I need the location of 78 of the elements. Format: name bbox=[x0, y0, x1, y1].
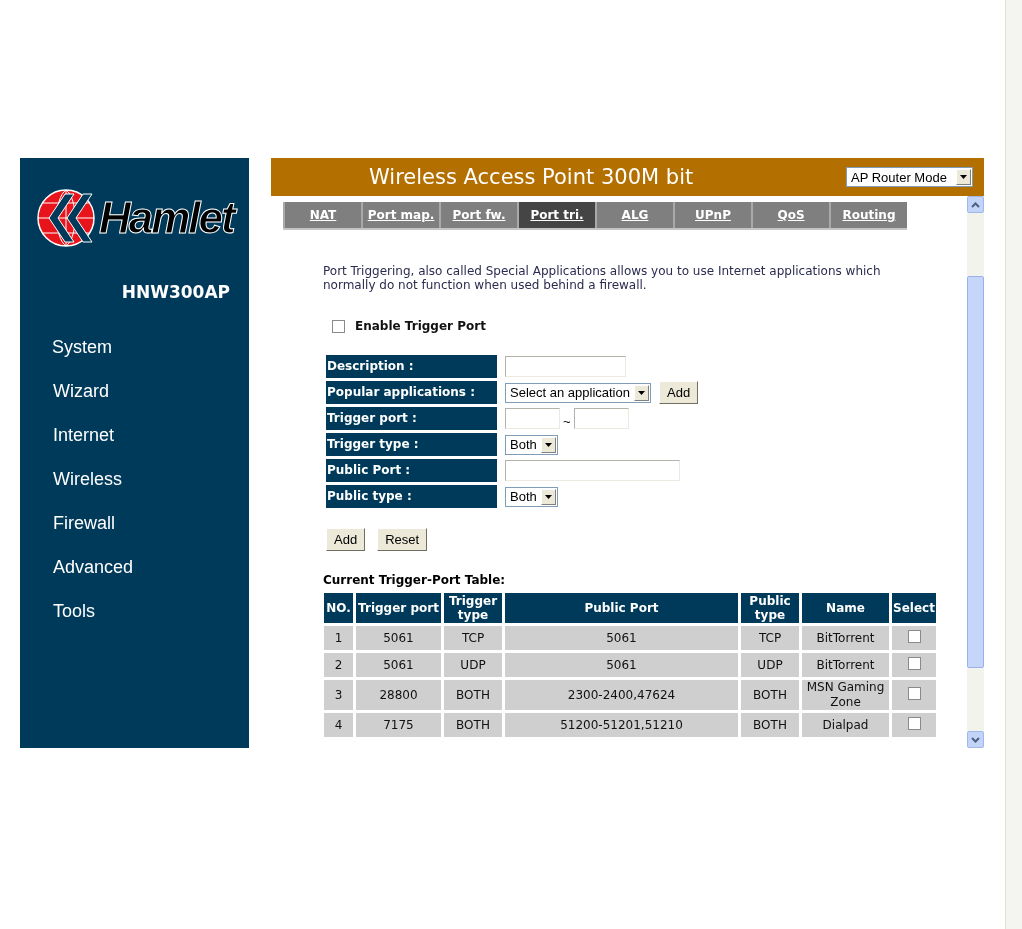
table-title: Current Trigger-Port Table: bbox=[323, 573, 507, 587]
table-cell: 5061 bbox=[356, 626, 441, 650]
checkbox-label: Enable Trigger Port bbox=[355, 319, 486, 333]
table-cell: BOTH bbox=[444, 680, 502, 710]
input-field[interactable] bbox=[573, 408, 629, 429]
nav-menu-item[interactable]: Firewall bbox=[53, 511, 249, 535]
checkbox[interactable] bbox=[907, 686, 921, 700]
table-cell: BOTH bbox=[741, 680, 799, 710]
nav-menu-item[interactable]: System bbox=[52, 335, 249, 359]
table-cell: UDP bbox=[741, 653, 799, 677]
globe-logo-icon bbox=[35, 188, 97, 248]
tab[interactable]: ALG bbox=[595, 202, 673, 228]
column-header: NO. bbox=[324, 593, 353, 623]
input-field[interactable] bbox=[505, 356, 626, 377]
table-cell: BOTH bbox=[444, 713, 502, 737]
dropdown[interactable]: Both bbox=[505, 486, 558, 507]
table-cell: 7175 bbox=[356, 713, 441, 737]
scrollbar[interactable] bbox=[967, 196, 984, 748]
checkbox[interactable] bbox=[907, 629, 921, 643]
field-label: Popular applications : bbox=[326, 381, 497, 404]
nav-menu-item[interactable]: Wireless bbox=[53, 467, 249, 491]
tab[interactable]: QoS bbox=[751, 202, 829, 228]
form-button[interactable]: Reset bbox=[377, 528, 428, 551]
field-label: Public Port : bbox=[326, 459, 497, 482]
page-title: Wireless Access Point 300M bit bbox=[369, 165, 694, 189]
table-cell: Dialpad bbox=[802, 713, 889, 737]
table-cell: 5061 bbox=[505, 653, 738, 677]
table-cell: BitTorrent bbox=[802, 626, 889, 650]
table-cell: BitTorrent bbox=[802, 653, 889, 677]
mode-dropdown[interactable]: AP Router Mode bbox=[846, 167, 973, 187]
dropdown[interactable]: Both bbox=[505, 434, 558, 455]
nav-menu-item[interactable]: Tools bbox=[53, 599, 249, 623]
tab[interactable]: Routing bbox=[829, 202, 907, 228]
nav-menu-item[interactable]: Wizard bbox=[53, 379, 249, 403]
field-label: Trigger type : bbox=[326, 433, 497, 456]
nav-menu-item[interactable]: Internet bbox=[53, 423, 249, 447]
field-label: Public type : bbox=[326, 485, 497, 508]
column-header: Public Port bbox=[505, 593, 738, 623]
column-header: Select bbox=[892, 593, 936, 623]
column-header: Trigger type bbox=[444, 593, 502, 623]
table-cell: UDP bbox=[444, 653, 502, 677]
add-button[interactable]: Add bbox=[659, 381, 699, 404]
column-header: Trigger port bbox=[356, 593, 441, 623]
table-cell: MSN Gaming Zone bbox=[802, 680, 889, 710]
table-cell: 5061 bbox=[505, 626, 738, 650]
input-field[interactable] bbox=[505, 408, 560, 429]
model-name: HNW300AP bbox=[120, 281, 231, 302]
dropdown[interactable]: Select an application bbox=[505, 382, 651, 403]
column-header: Public type bbox=[741, 593, 799, 623]
scroll-down-icon[interactable] bbox=[967, 731, 984, 748]
checkbox[interactable] bbox=[907, 656, 921, 670]
tab[interactable]: Port tri. bbox=[517, 202, 595, 228]
field-label: Description : bbox=[326, 355, 497, 378]
column-header: Name bbox=[802, 593, 889, 623]
tab[interactable]: NAT bbox=[283, 202, 361, 228]
table-cell: TCP bbox=[444, 626, 502, 650]
browser-scrollbar[interactable] bbox=[1005, 0, 1022, 929]
table-cell: 5061 bbox=[356, 653, 441, 677]
field-label: Trigger port : bbox=[326, 407, 497, 430]
table-cell: 2 bbox=[324, 653, 353, 677]
table-cell: 3 bbox=[324, 680, 353, 710]
intro-text: Port Triggering, also called Special Applications allows you to use Internet applications which normally do not function when used behind a firewall. bbox=[323, 264, 882, 292]
checkbox[interactable] bbox=[907, 716, 921, 730]
table-cell: TCP bbox=[741, 626, 799, 650]
form-button[interactable]: Add bbox=[326, 528, 366, 551]
checkbox[interactable] bbox=[332, 319, 345, 333]
table-cell: 4 bbox=[324, 713, 353, 737]
range-separator: ~ bbox=[563, 413, 571, 429]
nav-menu-item[interactable]: Advanced bbox=[53, 555, 249, 579]
tab[interactable]: UPnP bbox=[673, 202, 751, 228]
table-cell: BOTH bbox=[741, 713, 799, 737]
table-cell: 28800 bbox=[356, 680, 441, 710]
tab[interactable]: Port map. bbox=[361, 202, 439, 228]
table-cell: 1 bbox=[324, 626, 353, 650]
table-cell: 2300-2400,47624 bbox=[505, 680, 738, 710]
table-cell: 51200-51201,51210 bbox=[505, 713, 738, 737]
input-field[interactable] bbox=[505, 460, 680, 481]
scroll-up-icon[interactable] bbox=[967, 196, 984, 213]
